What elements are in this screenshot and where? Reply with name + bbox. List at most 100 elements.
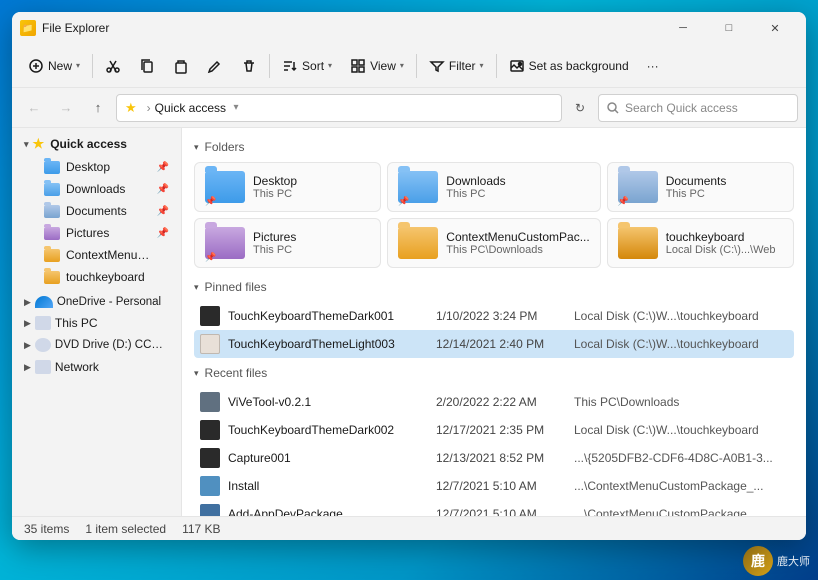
toolbar-separator-2 [269,54,270,78]
sort-button[interactable]: Sort ▾ [274,53,340,79]
filter-button[interactable]: Filter ▾ [421,53,492,79]
folder-downloads-info: Downloads This PC [446,174,505,200]
sidebar-dvd[interactable]: ▶ DVD Drive (D:) CCCC [16,334,177,356]
close-button[interactable]: ✕ [752,12,798,44]
sidebar-item-desktop[interactable]: Desktop 📌 [16,156,177,178]
folder-desktop[interactable]: Desktop This PC 📌 [194,162,381,212]
breadcrumb-bar[interactable]: ★ › Quick access ▾ [116,94,562,122]
folder-touchkeyboard[interactable]: touchkeyboard Local Disk (C:\)...\Web [607,218,794,268]
folder-pictures-info: Pictures This PC [253,230,296,256]
recent-row-1[interactable]: ViVeTool-v0.2.1 2/20/2022 2:22 AM This P… [194,388,794,416]
maximize-button[interactable]: □ [706,12,752,44]
folder-touchkeyboard-info: touchkeyboard Local Disk (C:\)...\Web [666,230,776,256]
quickaccess-header[interactable]: ▾ ★ Quick access [16,132,177,156]
sidebar-desktop-label: Desktop [66,160,110,174]
item-count: 35 items [24,522,69,536]
folder-documents[interactable]: Documents This PC 📌 [607,162,794,212]
breadcrumb-dropdown[interactable]: ▾ [226,94,246,122]
recent-file-3-date: 12/13/2021 8:52 PM [436,451,566,465]
forward-button[interactable]: → [52,94,80,122]
status-bar: 35 items 1 item selected 117 KB [12,516,806,540]
onedrive-icon [35,296,53,308]
new-button[interactable]: New ▾ [20,53,88,79]
sidebar-item-contextmenu[interactable]: ContextMenuCust... [16,244,177,266]
search-icon [607,102,619,114]
address-bar: ← → ↑ ★ › Quick access ▾ ↻ Search Quick … [12,88,806,128]
toolbar: New ▾ Sort ▾ View ▾ [12,44,806,88]
cut-button[interactable] [97,53,129,79]
sidebar-item-downloads[interactable]: Downloads 📌 [16,178,177,200]
folder-grid: Desktop This PC 📌 Downloads This PC 📌 [194,162,794,268]
toolbar-separator-1 [92,54,93,78]
sidebar-item-documents[interactable]: Documents 📌 [16,200,177,222]
folder-touchkeyboard-name: touchkeyboard [666,230,776,244]
folder-desktop-info: Desktop This PC [253,174,297,200]
rename-button[interactable] [199,53,231,79]
pinned-file-2-date: 12/14/2021 2:40 PM [436,337,566,351]
touchkeyboard-big-icon [618,227,658,259]
copy-button[interactable] [131,53,163,79]
recent-section-header[interactable]: ▾ Recent files [194,366,794,380]
delete-button[interactable] [233,53,265,79]
folders-section-header[interactable]: ▾ Folders [194,140,794,154]
folder-contextmenu-name: ContextMenuCustomPac... [446,230,589,244]
folder-touchkeyboard-path: Local Disk (C:\)...\Web [666,244,776,256]
pinned-row-2[interactable]: TouchKeyboardThemeLight003 12/14/2021 2:… [194,330,794,358]
refresh-button[interactable]: ↻ [566,94,594,122]
sidebar-item-touchkeyboard[interactable]: touchkeyboard [16,266,177,288]
recent-row-5[interactable]: Add-AppDevPackage 12/7/2021 5:10 AM ...\… [194,500,794,516]
folder-documents-path: This PC [666,188,727,200]
thispc-chevron-icon: ▶ [24,318,31,329]
app-icon: 📁 [20,20,36,36]
folder-pictures[interactable]: Pictures This PC 📌 [194,218,381,268]
folder-documents-name: Documents [666,174,727,188]
recent-row-2[interactable]: TouchKeyboardThemeDark002 12/17/2021 2:3… [194,416,794,444]
folder-downloads[interactable]: Downloads This PC 📌 [387,162,600,212]
sidebar-network[interactable]: ▶ Network [16,356,177,378]
back-button[interactable]: ← [20,94,48,122]
sidebar-item-pictures[interactable]: Pictures 📌 [16,222,177,244]
folder-downloads-name: Downloads [446,174,505,188]
network-chevron-icon: ▶ [24,362,31,373]
up-button[interactable]: ↑ [84,94,112,122]
toolbar-separator-4 [496,54,497,78]
main-area: ▾ ★ Quick access Desktop 📌 Downloads 📌 D… [12,128,806,516]
sidebar-thispc[interactable]: ▶ This PC [16,312,177,334]
breadcrumb-separator: › [147,101,151,115]
pinned-file-2-name: TouchKeyboardThemeLight003 [228,337,428,351]
recent-row-3[interactable]: Capture001 12/13/2021 8:52 PM ...\{5205D… [194,444,794,472]
more-button[interactable]: ··· [639,54,667,78]
background-button[interactable]: Set as background [501,53,637,79]
paste-button[interactable] [165,53,197,79]
search-bar[interactable]: Search Quick access [598,94,798,122]
recent-file-2-icon [200,420,220,440]
window-controls: ─ □ ✕ [660,12,798,44]
recent-file-list: ViVeTool-v0.2.1 2/20/2022 2:22 AM This P… [194,388,794,516]
sidebar: ▾ ★ Quick access Desktop 📌 Downloads 📌 D… [12,128,182,516]
recent-row-4[interactable]: Install 12/7/2021 5:10 AM ...\ContextMen… [194,472,794,500]
quickaccess-chevron: ▾ [24,139,29,150]
recent-file-2-name: TouchKeyboardThemeDark002 [228,423,428,437]
view-button[interactable]: View ▾ [342,53,412,79]
folder-contextmenu[interactable]: ContextMenuCustomPac... This PC\Download… [387,218,600,268]
pinned-file-2-icon [200,334,220,354]
pinned-file-list: TouchKeyboardThemeDark001 1/10/2022 3:24… [194,302,794,358]
pinned-section-label: Pinned files [205,280,267,294]
pinned-row-1[interactable]: TouchKeyboardThemeDark001 1/10/2022 3:24… [194,302,794,330]
quickaccess-label: Quick access [50,137,127,151]
pinned-section-header[interactable]: ▾ Pinned files [194,280,794,294]
recent-file-4-date: 12/7/2021 5:10 AM [436,479,566,493]
pinned-file-1-icon [200,306,220,326]
sidebar-documents-label: Documents [66,204,127,218]
watermark: 鹿 鹿大师 [743,546,810,576]
folder-pictures-name: Pictures [253,230,296,244]
recent-file-1-path: This PC\Downloads [574,395,788,409]
desktop-pin-icon: 📌 [157,162,169,173]
dvd-chevron-icon: ▶ [24,340,31,351]
sidebar-onedrive[interactable]: ▶ OneDrive - Personal [16,292,177,312]
minimize-button[interactable]: ─ [660,12,706,44]
thispc-label: This PC [55,316,98,330]
pictures-pin-icon: 📌 [157,228,169,239]
sidebar-contextmenu-label: ContextMenuCust... [66,248,156,262]
recent-file-5-path: ...\ContextMenuCustomPackage_... [574,507,788,516]
